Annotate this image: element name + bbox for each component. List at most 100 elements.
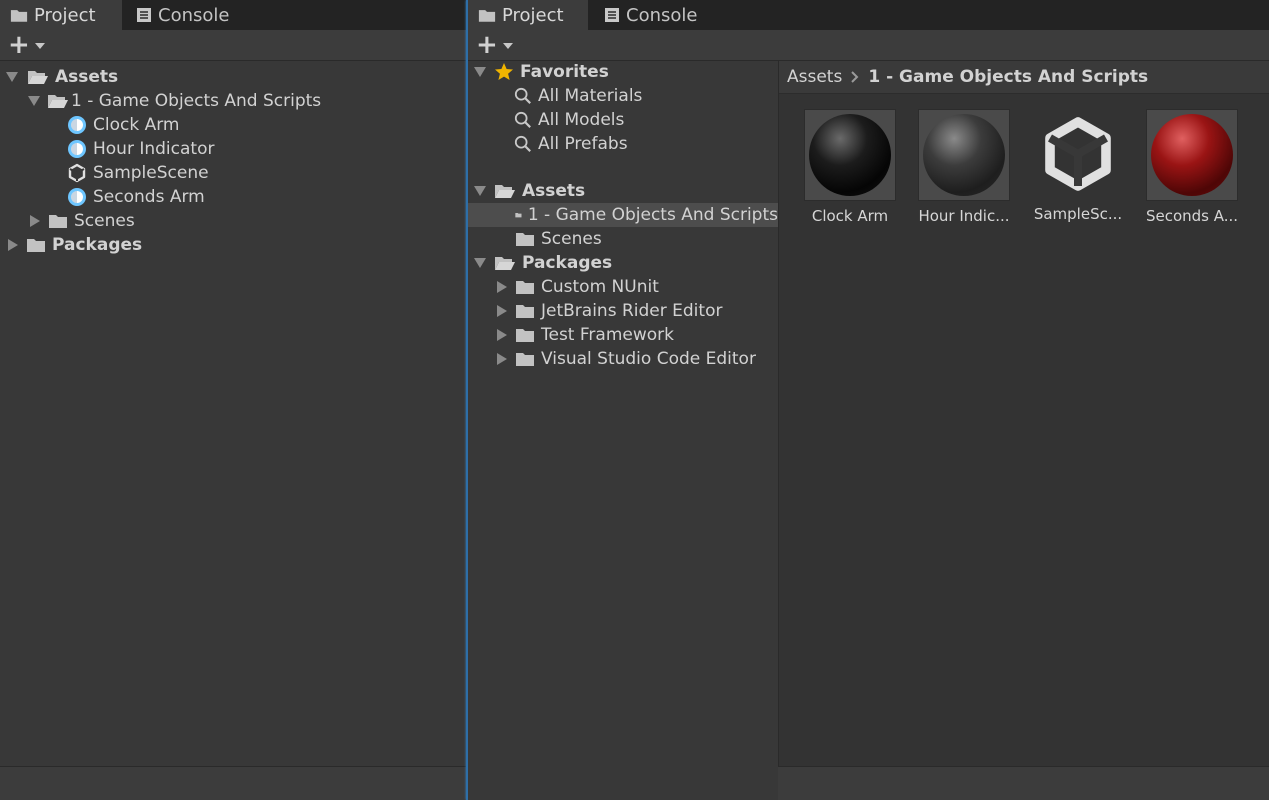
tree-label-assets: Assets bbox=[55, 67, 119, 87]
tab-project-label: Project bbox=[34, 4, 96, 26]
folder-icon bbox=[515, 303, 535, 319]
tree-item-jetbrains-rider-editor[interactable]: JetBrains Rider Editor bbox=[497, 299, 722, 323]
tree-item-folder1[interactable]: 1 - Game Objects And Scripts bbox=[28, 89, 321, 113]
asset-label: Clock Arm bbox=[811, 207, 889, 225]
tree-label: Visual Studio Code Editor bbox=[541, 349, 756, 369]
collapse-arrow-icon[interactable] bbox=[497, 353, 507, 365]
collapse-arrow-icon[interactable] bbox=[497, 305, 507, 317]
tree-label: Scenes bbox=[541, 229, 602, 249]
console-icon bbox=[604, 7, 620, 23]
tab-console-label: Console bbox=[626, 4, 698, 26]
asset-samplescene[interactable]: SampleSc... bbox=[1023, 109, 1133, 223]
chevron-down-icon bbox=[34, 43, 45, 49]
tree-item-packages[interactable]: Packages bbox=[8, 233, 142, 257]
asset-thumbnail bbox=[1146, 109, 1238, 201]
favorite-all-prefabs[interactable]: All Prefabs bbox=[514, 132, 628, 156]
collapse-arrow-icon[interactable] bbox=[30, 215, 40, 227]
prefab-icon bbox=[67, 139, 87, 159]
left-footer-bar bbox=[0, 766, 466, 800]
tree-item-clock-arm[interactable]: Clock Arm bbox=[67, 113, 179, 137]
tree-label-folder1: 1 - Game Objects And Scripts bbox=[71, 91, 322, 111]
favorite-all-materials[interactable]: All Materials bbox=[514, 84, 642, 108]
folder-icon bbox=[515, 231, 535, 247]
favorite-label: All Prefabs bbox=[538, 134, 628, 154]
folder-icon bbox=[515, 207, 522, 223]
plus-icon: + bbox=[476, 30, 498, 60]
expand-arrow-icon[interactable] bbox=[474, 67, 486, 77]
search-icon bbox=[514, 87, 532, 105]
favorite-label: All Models bbox=[538, 110, 625, 130]
asset-seconds-arm[interactable]: Seconds A... bbox=[1137, 109, 1247, 225]
expand-arrow-icon[interactable] bbox=[474, 258, 486, 268]
star-icon bbox=[494, 62, 514, 82]
tab-console-label: Console bbox=[158, 4, 230, 26]
tree-item-vscode-editor[interactable]: Visual Studio Code Editor bbox=[497, 347, 756, 371]
breadcrumb-item-current[interactable]: 1 - Game Objects And Scripts bbox=[868, 67, 1148, 87]
tree-label: Custom NUnit bbox=[541, 277, 659, 297]
tree-item-custom-nunit[interactable]: Custom NUnit bbox=[497, 275, 659, 299]
tree-item-assets[interactable]: Assets bbox=[474, 179, 585, 203]
favorite-all-models[interactable]: All Models bbox=[514, 108, 624, 132]
tree-item-seconds-arm[interactable]: Seconds Arm bbox=[67, 185, 205, 209]
asset-hour-indicator[interactable]: Hour Indic... bbox=[909, 109, 1019, 225]
expand-arrow-icon[interactable] bbox=[6, 72, 18, 82]
tab-project[interactable]: Project bbox=[0, 0, 122, 30]
tree-item-assets[interactable]: Assets bbox=[6, 65, 118, 89]
folder-open-icon bbox=[47, 93, 69, 109]
tab-project-label: Project bbox=[502, 4, 564, 26]
folder-open-icon bbox=[494, 183, 516, 199]
create-dropdown-button[interactable]: + bbox=[476, 30, 513, 60]
folder-icon bbox=[478, 8, 496, 23]
tree-item-test-framework[interactable]: Test Framework bbox=[497, 323, 674, 347]
create-dropdown-button[interactable]: + bbox=[8, 30, 45, 60]
tree-item-packages[interactable]: Packages bbox=[474, 251, 612, 275]
left-project-panel: Project Console + Assets 1 - Game Object… bbox=[0, 0, 466, 800]
tree-item-folder1-selected[interactable]: 1 - Game Objects And Scripts bbox=[468, 203, 778, 227]
asset-label: Seconds A... bbox=[1145, 207, 1239, 225]
tree-label-favorites: Favorites bbox=[520, 62, 609, 82]
chevron-right-icon bbox=[850, 70, 860, 84]
collapse-arrow-icon[interactable] bbox=[497, 281, 507, 293]
right-footer-bar bbox=[778, 766, 1269, 800]
tree-label: 1 - Game Objects And Scripts bbox=[527, 205, 778, 225]
sphere-preview bbox=[1151, 114, 1233, 196]
collapse-arrow-icon[interactable] bbox=[8, 239, 18, 251]
breadcrumb-item-assets[interactable]: Assets bbox=[787, 67, 842, 87]
tab-console[interactable]: Console bbox=[136, 0, 229, 30]
tree-label-scenes: Scenes bbox=[74, 211, 135, 231]
sphere-preview bbox=[923, 114, 1005, 196]
tree-item-scenes[interactable]: Scenes bbox=[30, 209, 135, 233]
breadcrumb: Assets 1 - Game Objects And Scripts bbox=[779, 61, 1269, 94]
tree-label: JetBrains Rider Editor bbox=[541, 301, 723, 321]
tree-item-scenes[interactable]: Scenes bbox=[515, 227, 602, 251]
expand-arrow-icon[interactable] bbox=[28, 96, 40, 106]
folder-open-icon bbox=[27, 69, 49, 85]
right-project-panel: Project Console + Favorites All Material… bbox=[468, 0, 1269, 800]
search-icon bbox=[514, 135, 532, 153]
folder-icon bbox=[515, 279, 535, 295]
folder-icon bbox=[10, 8, 28, 23]
asset-clock-arm[interactable]: Clock Arm bbox=[795, 109, 905, 225]
tree-item-favorites[interactable]: Favorites bbox=[474, 61, 609, 84]
tree-label-packages: Packages bbox=[52, 235, 143, 255]
expand-arrow-icon[interactable] bbox=[474, 186, 486, 196]
left-toolbar: + bbox=[0, 30, 466, 61]
right-toolbar: + bbox=[468, 30, 1269, 61]
tree-item-samplescene[interactable]: SampleScene bbox=[67, 161, 209, 185]
console-icon bbox=[136, 7, 152, 23]
plus-icon: + bbox=[8, 30, 30, 60]
prefab-icon bbox=[67, 187, 87, 207]
tab-project[interactable]: Project bbox=[468, 0, 588, 30]
right-tab-bar: Project Console bbox=[468, 0, 1269, 30]
search-icon bbox=[514, 111, 532, 129]
tree-label: Clock Arm bbox=[93, 115, 180, 135]
tab-console[interactable]: Console bbox=[604, 0, 697, 30]
tree-label: Hour Indicator bbox=[93, 139, 215, 159]
asset-thumbnail bbox=[1033, 109, 1123, 199]
folder-tree-pane: Favorites All Materials All Models All P… bbox=[468, 61, 778, 767]
tree-label-assets: Assets bbox=[522, 181, 586, 201]
folder-open-icon bbox=[494, 255, 516, 271]
collapse-arrow-icon[interactable] bbox=[497, 329, 507, 341]
asset-label: SampleSc... bbox=[1033, 205, 1123, 223]
tree-item-hour-indicator[interactable]: Hour Indicator bbox=[67, 137, 214, 161]
